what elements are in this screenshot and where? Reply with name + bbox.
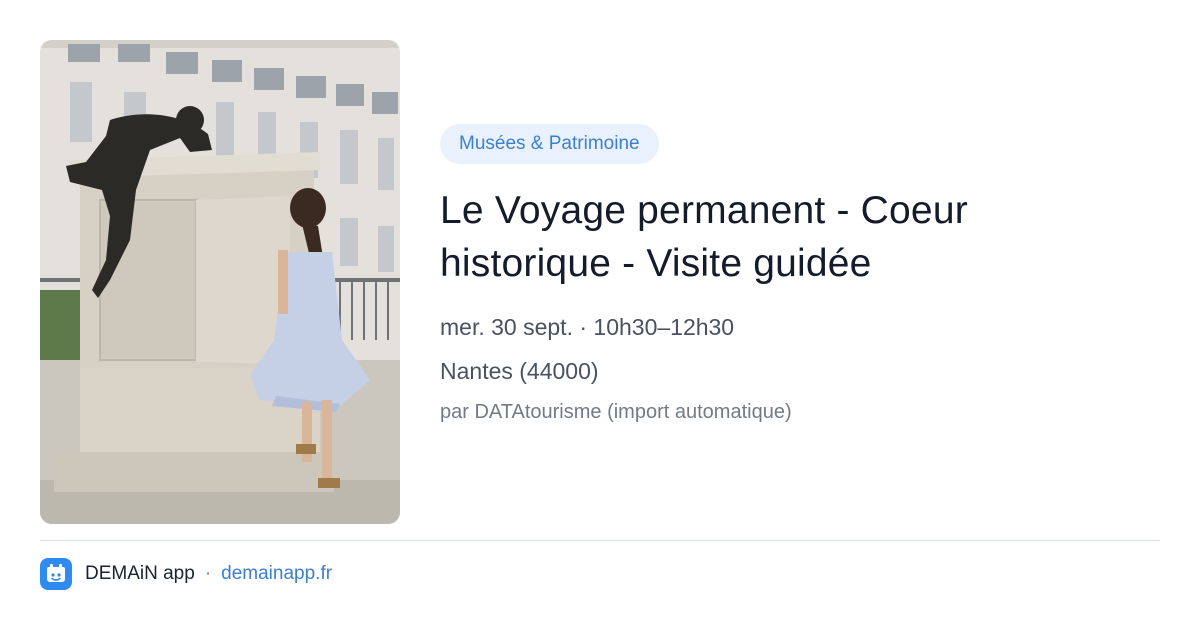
app-domain-link[interactable]: demainapp.fr xyxy=(221,563,332,585)
event-title[interactable]: Le Voyage permanent - Coeur historique -… xyxy=(440,184,1160,290)
event-source: par DATAtourisme (import automatique) xyxy=(440,401,792,423)
event-photo xyxy=(40,40,400,524)
event-datetime: mer. 30 sept. · 10h30–12h30 xyxy=(440,314,735,340)
event-info: Musées & Patrimoine Le Voyage permanent … xyxy=(440,124,1160,426)
event-image[interactable] xyxy=(40,40,400,524)
category-chip[interactable]: Musées & Patrimoine xyxy=(440,124,659,164)
event-title-line-1: Le Voyage permanent - Coeur xyxy=(440,189,968,232)
footer: DEMAiN app · demainapp.fr xyxy=(40,558,332,590)
event-title-line-2: historique - Visite guidée xyxy=(440,242,872,285)
app-name[interactable]: DEMAiN app xyxy=(85,563,195,585)
footer-separator: · xyxy=(204,563,212,584)
footer-divider xyxy=(40,540,1160,541)
demain-app-logo-icon[interactable] xyxy=(40,558,72,590)
event-location: Nantes (44000) xyxy=(440,358,599,384)
